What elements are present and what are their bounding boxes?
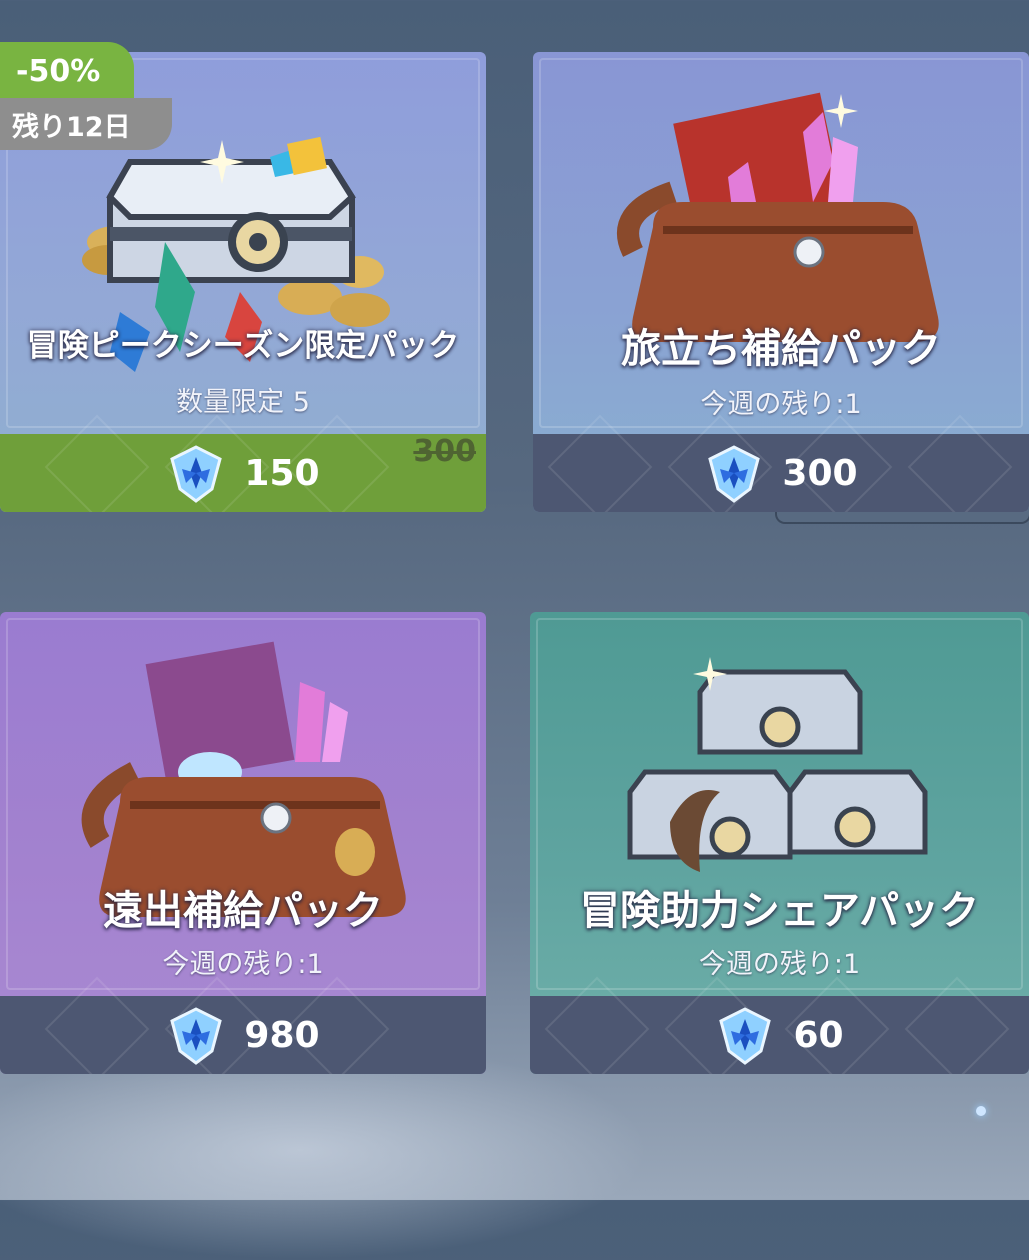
price-bar: 60 — [530, 976, 1029, 1074]
pack-name: 冒険助力シェアパック — [579, 888, 980, 934]
original-price: 300 — [413, 434, 476, 469]
primogem-icon — [170, 1007, 223, 1065]
pack-name: 旅立ち補給パック — [621, 326, 941, 372]
price-bar: 150 300 — [0, 414, 486, 512]
price-value: 150 — [244, 452, 320, 494]
pack-weekly-remaining: 今週の残り:1 — [700, 389, 862, 420]
price-value: 980 — [244, 1014, 320, 1056]
discount-badge: -50% — [0, 42, 134, 100]
price-bar: 300 — [533, 414, 1029, 512]
remaining-days-badge: 残り12日 — [0, 98, 172, 150]
pack-limit-text: 数量限定 5 — [176, 387, 310, 418]
shop-item-card-adventure-share[interactable]: 冒険助力シェアパック 今週の残り:1 60 — [530, 612, 1029, 1074]
sparkle-dot — [976, 1106, 986, 1116]
pack-weekly-remaining: 今週の残り:1 — [698, 949, 861, 980]
price-value: 60 — [793, 1014, 844, 1056]
primogem-icon — [170, 445, 223, 503]
pack-name: 冒険ピークシーズン限定パック — [26, 328, 460, 364]
primogem-icon — [719, 1007, 772, 1065]
pack-name: 遠出補給パック — [103, 888, 383, 934]
price-value: 300 — [782, 452, 858, 494]
primogem-icon — [708, 445, 761, 503]
price-bar: 980 — [0, 976, 486, 1074]
shop-item-card-departure-supply[interactable]: 旅立ち補給パック 今週の残り:1 300 — [533, 52, 1029, 512]
shop-item-card-expedition-supply[interactable]: 遠出補給パック 今週の残り:1 980 — [0, 612, 486, 1074]
pack-weekly-remaining: 今週の残り:1 — [162, 949, 324, 980]
